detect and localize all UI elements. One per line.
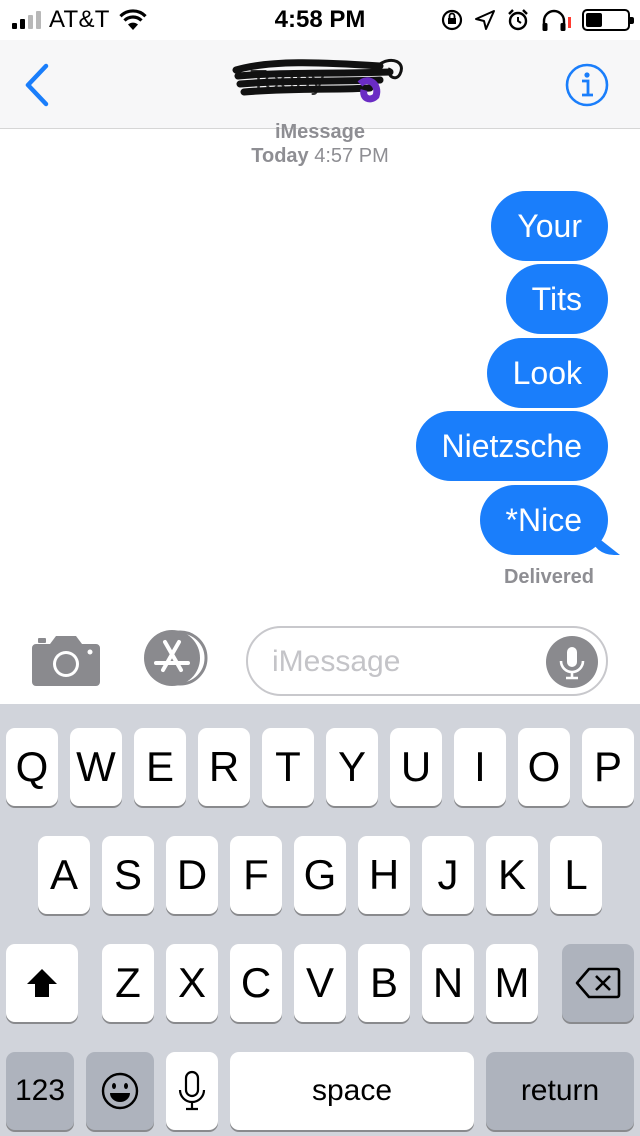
message-input-field[interactable] <box>246 626 608 696</box>
conversation-timestamp: iMessage Today 4:57 PM <box>0 120 640 168</box>
dictation-key[interactable] <box>166 1052 218 1130</box>
key-o[interactable]: O <box>518 728 570 806</box>
nav-bar: Teeny <box>0 40 640 129</box>
key-e[interactable]: E <box>134 728 186 806</box>
orientation-lock-icon <box>441 9 463 31</box>
timestamp-time: 4:57 PM <box>314 145 389 167</box>
message-bubble[interactable]: Tits <box>505 264 608 334</box>
redaction-scribble <box>232 58 403 103</box>
key-r[interactable]: R <box>198 728 250 806</box>
key-i[interactable]: I <box>454 728 506 806</box>
key-m[interactable]: M <box>486 944 538 1022</box>
info-icon <box>565 63 609 107</box>
alarm-icon <box>508 9 528 31</box>
key-h[interactable]: H <box>358 836 410 914</box>
camera-button[interactable] <box>32 632 100 686</box>
delete-key[interactable] <box>562 944 634 1022</box>
key-v[interactable]: V <box>294 944 346 1022</box>
message-bubble[interactable]: Nietzsche <box>415 411 608 481</box>
app-store-button[interactable] <box>138 630 214 686</box>
microphone-icon <box>559 647 585 680</box>
wifi-icon <box>119 9 147 30</box>
key-a[interactable]: A <box>38 836 90 914</box>
status-left: AT&T <box>12 6 148 34</box>
backspace-icon <box>575 967 621 999</box>
info-button[interactable] <box>564 62 610 108</box>
compose-bar <box>0 614 640 704</box>
back-button[interactable] <box>18 60 58 110</box>
chevron-left-icon <box>25 63 49 107</box>
key-f[interactable]: F <box>230 836 282 914</box>
camera-icon <box>32 636 100 686</box>
keyboard: Q W E R T Y U I O P A S D F G H J K L Z … <box>0 704 640 1136</box>
key-k[interactable]: K <box>486 836 538 914</box>
location-icon <box>475 10 495 30</box>
shift-key[interactable] <box>6 944 78 1022</box>
message-bubble[interactable]: *Nice <box>479 485 608 555</box>
key-g[interactable]: G <box>294 836 346 914</box>
key-w[interactable]: W <box>70 728 122 806</box>
key-s[interactable]: S <box>102 836 154 914</box>
service-label: iMessage <box>274 121 366 143</box>
return-key[interactable]: return <box>486 1052 634 1130</box>
key-b[interactable]: B <box>358 944 410 1022</box>
key-u[interactable]: U <box>390 728 442 806</box>
app-store-icon <box>144 630 208 686</box>
numbers-key[interactable]: 123 <box>6 1052 74 1130</box>
battery-icon <box>582 9 634 31</box>
key-d[interactable]: D <box>166 836 218 914</box>
message-bubble[interactable]: Look <box>486 338 608 408</box>
timestamp-day: Today <box>251 145 309 167</box>
key-c[interactable]: C <box>230 944 282 1022</box>
carrier-name: AT&T <box>49 6 110 33</box>
key-q[interactable]: Q <box>6 728 58 806</box>
key-j[interactable]: J <box>422 836 474 914</box>
key-x[interactable]: X <box>166 944 218 1022</box>
emoji-icon <box>101 1072 139 1110</box>
status-bar: AT&T 4:58 PM <box>0 0 640 40</box>
space-key[interactable]: space <box>230 1052 474 1130</box>
key-z[interactable]: Z <box>102 944 154 1022</box>
message-input[interactable] <box>272 636 542 688</box>
status-right <box>440 5 634 35</box>
headphones-icon <box>542 9 571 31</box>
contact-name[interactable]: Teeny <box>230 54 410 110</box>
dictation-button[interactable] <box>546 636 598 688</box>
emoji-key[interactable] <box>86 1052 154 1130</box>
key-n[interactable]: N <box>422 944 474 1022</box>
key-l[interactable]: L <box>550 836 602 914</box>
shift-icon <box>27 969 57 997</box>
signal-icon <box>12 11 41 29</box>
key-t[interactable]: T <box>262 728 314 806</box>
microphone-icon <box>178 1070 206 1111</box>
key-y[interactable]: Y <box>326 728 378 806</box>
delivery-status: Delivered <box>503 566 594 588</box>
key-p[interactable]: P <box>582 728 634 806</box>
message-bubble[interactable]: Your <box>491 191 608 261</box>
